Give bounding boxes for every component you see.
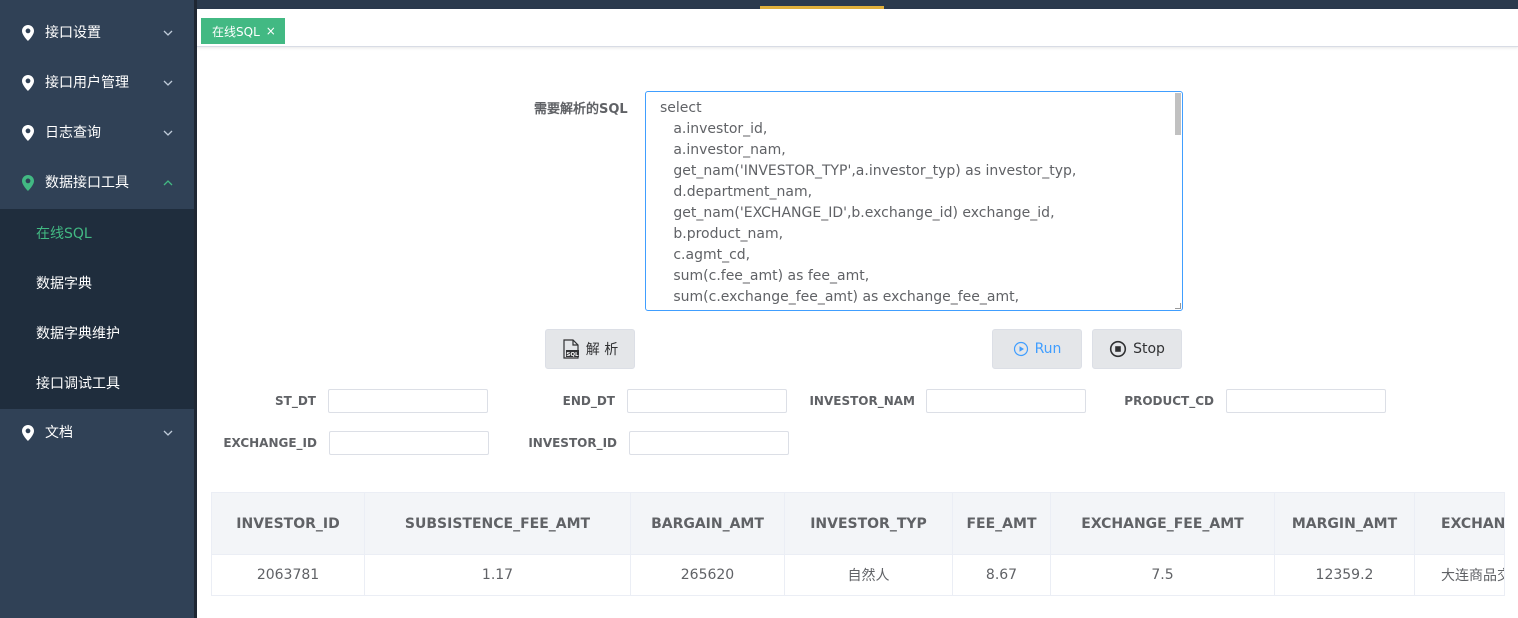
submenu-data-api-tools: 在线SQL 数据字典 数据字典维护 接口调试工具 bbox=[0, 209, 194, 409]
sql-input-label: 需要解析的SQL bbox=[534, 102, 628, 117]
menu-item-api-settings[interactable]: 接口设置 bbox=[0, 8, 194, 58]
table-cell: 7.5 bbox=[1051, 555, 1275, 595]
submenu-item-data-dictionary[interactable]: 数据字典 bbox=[0, 259, 194, 309]
resize-handle-icon[interactable] bbox=[1175, 303, 1181, 309]
param-label-exchange-id: EXCHANGE_ID bbox=[223, 436, 317, 450]
location-pin-icon bbox=[22, 25, 34, 41]
menu-item-label: 数据接口工具 bbox=[45, 175, 129, 191]
column-header[interactable]: SUBSISTENCE_FEE_AMT bbox=[365, 493, 631, 554]
chevron-down-icon bbox=[163, 80, 173, 86]
run-button-label: Run bbox=[1034, 341, 1062, 357]
submenu-item-dictionary-maintenance[interactable]: 数据字典维护 bbox=[0, 309, 194, 359]
column-header[interactable]: MARGIN_AMT bbox=[1275, 493, 1415, 554]
param-label-st-dt: ST_DT bbox=[275, 394, 316, 408]
param-input-investor-id[interactable] bbox=[629, 431, 789, 455]
location-pin-icon bbox=[22, 125, 34, 141]
param-input-st-dt[interactable] bbox=[328, 389, 488, 413]
sidebar-border bbox=[194, 0, 197, 618]
param-label-end-dt: END_DT bbox=[562, 394, 615, 408]
param-input-exchange-id[interactable] bbox=[329, 431, 489, 455]
submenu-item-online-sql[interactable]: 在线SQL bbox=[0, 209, 194, 259]
textarea-scrollbar[interactable] bbox=[1175, 93, 1181, 135]
column-header[interactable]: INVESTOR_TYP bbox=[785, 493, 953, 554]
chevron-down-icon bbox=[163, 30, 173, 36]
param-input-product-cd[interactable] bbox=[1226, 389, 1386, 413]
tags-view-bar: 在线SQL × bbox=[197, 9, 1518, 47]
column-header[interactable]: FEE_AMT bbox=[953, 493, 1051, 554]
menu-item-log-query[interactable]: 日志查询 bbox=[0, 108, 194, 158]
chevron-down-icon bbox=[163, 130, 173, 136]
column-header[interactable]: EXCHANGE_ID bbox=[1415, 493, 1504, 554]
table-cell: 自然人 bbox=[785, 555, 953, 595]
close-icon[interactable]: × bbox=[266, 25, 276, 37]
menu-item-label: 日志查询 bbox=[45, 125, 101, 141]
tab-online-sql[interactable]: 在线SQL × bbox=[201, 18, 285, 44]
column-header[interactable]: INVESTOR_ID bbox=[212, 493, 365, 554]
table-header: INVESTOR_ID SUBSISTENCE_FEE_AMT BARGAIN_… bbox=[212, 493, 1504, 555]
param-label-product-cd: PRODUCT_CD bbox=[1124, 394, 1214, 408]
menu-item-docs[interactable]: 文档 bbox=[0, 408, 194, 458]
param-label-investor-id: INVESTOR_ID bbox=[528, 436, 617, 450]
submenu-item-label: 在线SQL bbox=[36, 226, 92, 242]
menu-item-api-user-management[interactable]: 接口用户管理 bbox=[0, 58, 194, 108]
chevron-up-icon bbox=[163, 180, 173, 186]
column-header[interactable]: EXCHANGE_FEE_AMT bbox=[1051, 493, 1275, 554]
menu-item-label: 接口用户管理 bbox=[45, 75, 129, 91]
table-cell: 8.67 bbox=[953, 555, 1051, 595]
table-cell: 2063781 bbox=[212, 555, 365, 595]
stop-button[interactable]: Stop bbox=[1092, 329, 1182, 369]
param-input-end-dt[interactable] bbox=[627, 389, 787, 413]
table-cell: 大连商品交易所 bbox=[1415, 555, 1504, 595]
run-button[interactable]: Run bbox=[992, 329, 1082, 369]
sql-textarea[interactable]: select a.investor_id, a.investor_nam, ge… bbox=[645, 91, 1183, 311]
menu-item-label: 接口设置 bbox=[45, 25, 101, 41]
menu-item-data-api-tools[interactable]: 数据接口工具 bbox=[0, 158, 194, 208]
param-label-investor-nam: INVESTOR_NAM bbox=[809, 394, 915, 408]
submenu-item-label: 接口调试工具 bbox=[36, 376, 120, 392]
submenu-item-api-debug-tool[interactable]: 接口调试工具 bbox=[0, 359, 194, 409]
result-table: INVESTOR_ID SUBSISTENCE_FEE_AMT BARGAIN_… bbox=[211, 492, 1505, 596]
tab-label: 在线SQL bbox=[212, 24, 260, 39]
table-cell: 12359.2 bbox=[1275, 555, 1415, 595]
location-pin-icon bbox=[22, 75, 34, 91]
column-header[interactable]: BARGAIN_AMT bbox=[631, 493, 785, 554]
play-circle-icon bbox=[1013, 341, 1028, 357]
sidebar: 接口设置 接口用户管理 日志查询 数据接口工具 在线SQL 数据字典 数据字典维… bbox=[0, 0, 194, 618]
chevron-down-icon bbox=[163, 430, 173, 436]
submenu-item-label: 数据字典维护 bbox=[36, 326, 120, 342]
sql-file-icon: SQL bbox=[563, 339, 579, 359]
submenu-item-label: 数据字典 bbox=[36, 276, 92, 292]
parse-sql-button[interactable]: SQL 解 析 bbox=[545, 329, 635, 369]
table-row: 2063781 1.17 265620 自然人 8.67 7.5 12359.2… bbox=[212, 555, 1504, 595]
stop-circle-icon bbox=[1109, 340, 1127, 358]
sql-text: select a.investor_id, a.investor_nam, ge… bbox=[660, 100, 1077, 305]
parse-button-label: 解 析 bbox=[585, 342, 619, 358]
svg-text:SQL: SQL bbox=[566, 352, 579, 358]
location-pin-icon bbox=[22, 425, 34, 441]
menu-item-label: 文档 bbox=[45, 425, 73, 441]
location-pin-icon bbox=[22, 175, 34, 191]
table-cell: 265620 bbox=[631, 555, 785, 595]
param-input-investor-nam[interactable] bbox=[926, 389, 1086, 413]
table-cell: 1.17 bbox=[365, 555, 631, 595]
stop-button-label: Stop bbox=[1133, 341, 1165, 357]
